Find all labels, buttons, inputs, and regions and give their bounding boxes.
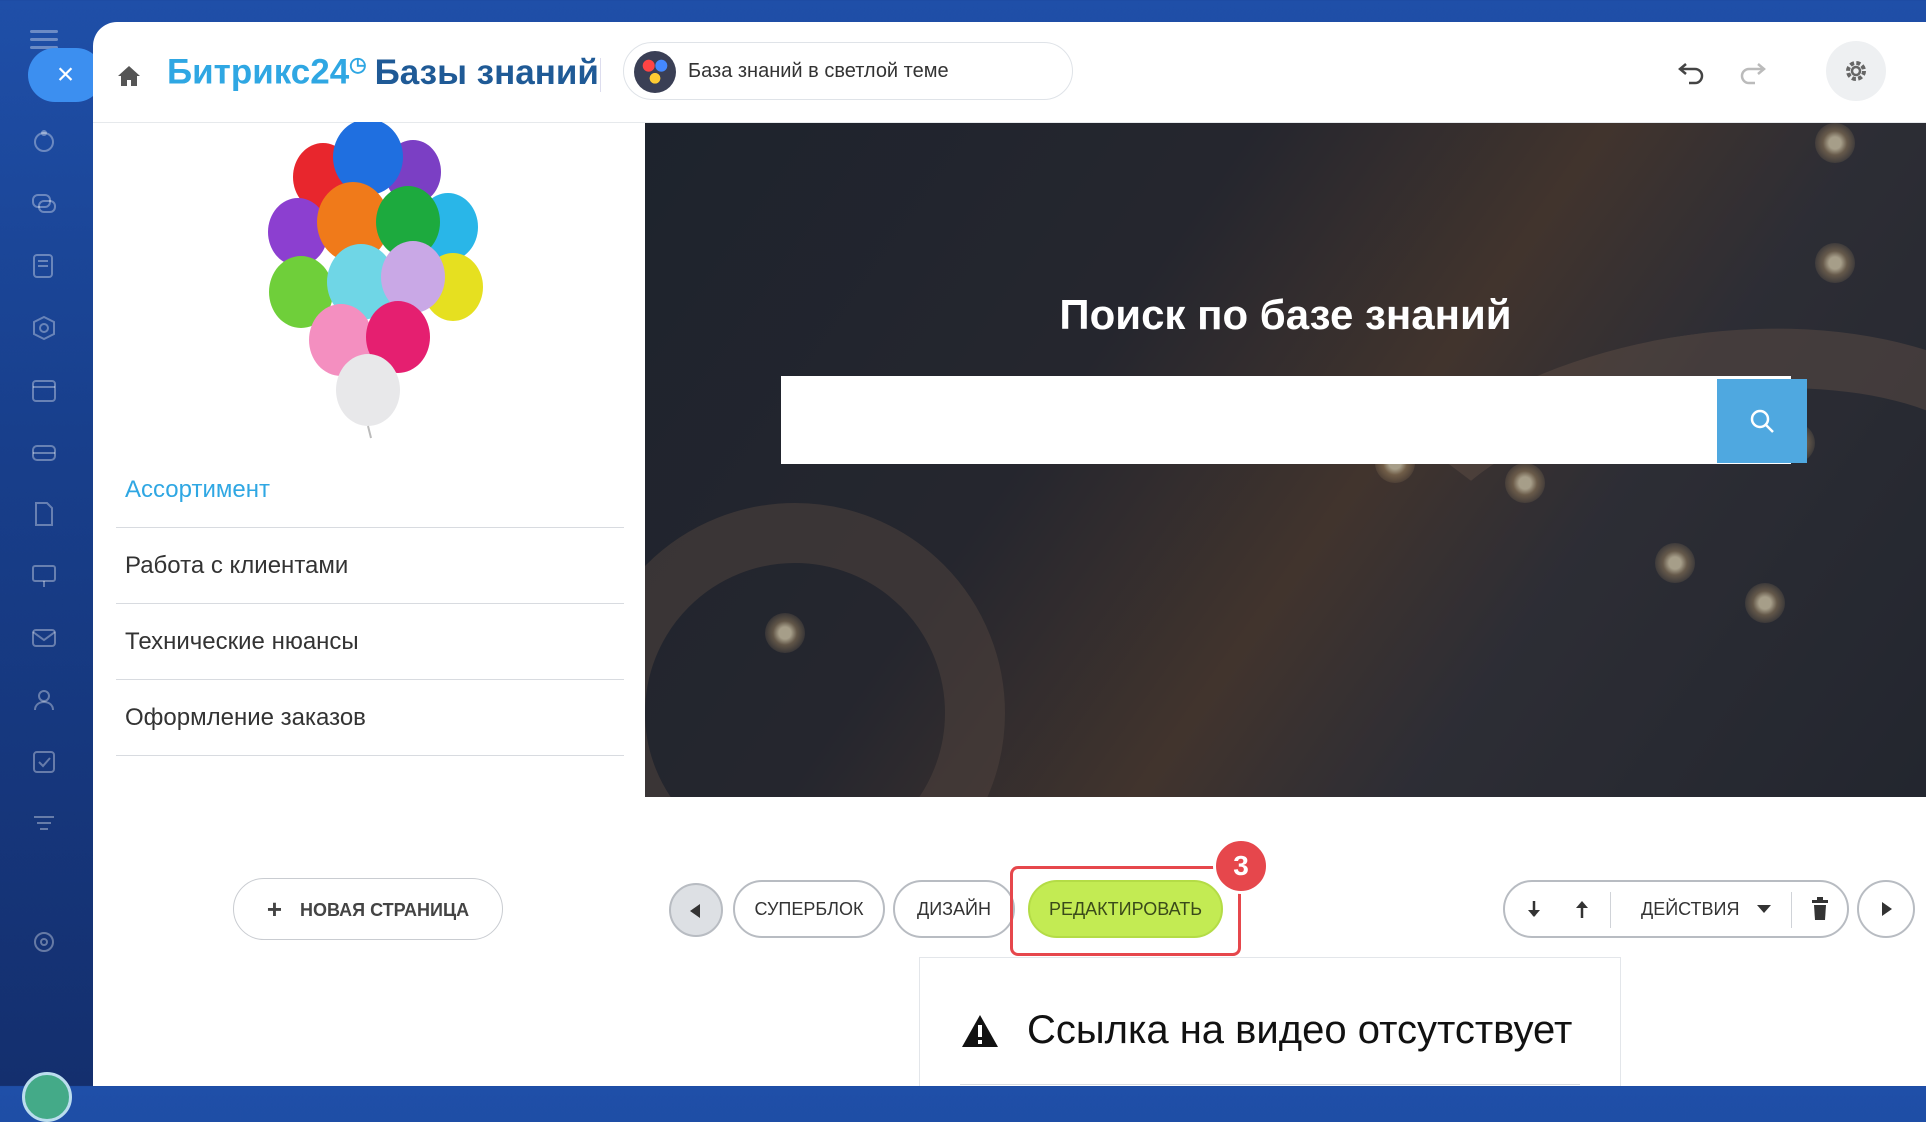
site-selector[interactable]: База знаний в светлой теме [623,42,1073,100]
home-icon[interactable] [115,62,143,90]
new-page-button[interactable]: + НОВАЯ СТРАНИЦА [233,878,503,940]
step-badge: 3 [1213,838,1269,894]
settings-button[interactable] [1826,41,1886,101]
block-actions-group: ДЕЙСТВИЯ [1503,880,1849,938]
left-rail: × [0,0,103,1122]
site-name: База знаний в светлой теме [688,60,949,82]
divider [600,58,601,92]
app-title: Битрикс24◷ Базы знаний [167,52,599,93]
sidebar-menu: Ассортимент Работа с клиентами Техническ… [116,452,624,756]
drive-icon[interactable] [30,438,58,466]
arrow-right-icon[interactable] [1857,880,1915,938]
balloons-logo [268,122,483,439]
menu-icon[interactable] [30,30,58,49]
warning-icon [962,1015,998,1047]
sidebar-item-assortment[interactable]: Ассортимент [116,452,624,528]
plus-icon: + [266,894,283,924]
sidebar-item-technical[interactable]: Технические нюансы [116,604,624,680]
hero-search-block: Поиск по базе знаний [645,123,1926,797]
brand-knowledge-bases: Базы знаний [374,52,599,92]
tasks-icon[interactable] [30,748,58,776]
calendar-icon[interactable] [30,376,58,404]
filter-icon[interactable] [30,810,58,838]
edit-button-highlight [1010,866,1241,956]
actions-dropdown[interactable]: ДЕЙСТВИЯ [1641,882,1739,936]
news-icon[interactable] [30,252,58,280]
user-avatar[interactable] [22,1072,72,1122]
arrow-down-icon[interactable] [1523,898,1545,920]
undo-icon[interactable] [1676,56,1708,88]
redo-icon[interactable] [1736,56,1768,88]
brand-bitrix24: Битрикс24 [167,52,350,92]
clock-icon: ◷ [349,54,367,76]
arrow-up-icon[interactable] [1571,898,1593,920]
close-icon: × [56,58,75,91]
sidebar-item-orders[interactable]: Оформление заказов [116,680,624,756]
arrow-left-icon[interactable] [669,883,723,937]
divider [1791,892,1792,928]
settings-rail-icon[interactable] [30,928,58,956]
top-bar: Битрикс24◷ Базы знаний База знаний в свет… [93,22,1926,123]
hero-title: Поиск по базе знаний [1059,291,1512,338]
close-button[interactable]: × [28,48,103,102]
search-button[interactable] [1717,379,1807,463]
chat-icon[interactable] [30,190,58,218]
caret-down-icon [1757,905,1771,913]
hexagon-icon[interactable] [30,314,58,342]
divider [1610,892,1611,928]
video-missing-message: Ссылка на видео отсутствует [1027,1008,1573,1052]
document-icon[interactable] [30,500,58,528]
search-input[interactable] [781,376,1791,464]
search-icon [1750,409,1774,433]
gear-icon [1846,61,1866,81]
design-button[interactable]: ДИЗАЙН [893,880,1015,938]
sidebar-item-clients[interactable]: Работа с клиентами [116,528,624,604]
superblock-button[interactable]: СУПЕРБЛОК [733,880,885,938]
video-block: Ссылка на видео отсутствует [919,957,1621,1086]
presentation-icon[interactable] [30,562,58,590]
trash-icon[interactable] [1809,897,1831,921]
main-panel: Битрикс24◷ Базы знаний База знаний в свет… [93,22,1926,1086]
new-page-label: НОВАЯ СТРАНИЦА [300,900,470,920]
crm-icon[interactable] [30,128,58,156]
site-avatar [634,51,676,93]
mail-icon[interactable] [30,624,58,652]
divider [960,1084,1580,1085]
users-icon[interactable] [30,686,58,714]
